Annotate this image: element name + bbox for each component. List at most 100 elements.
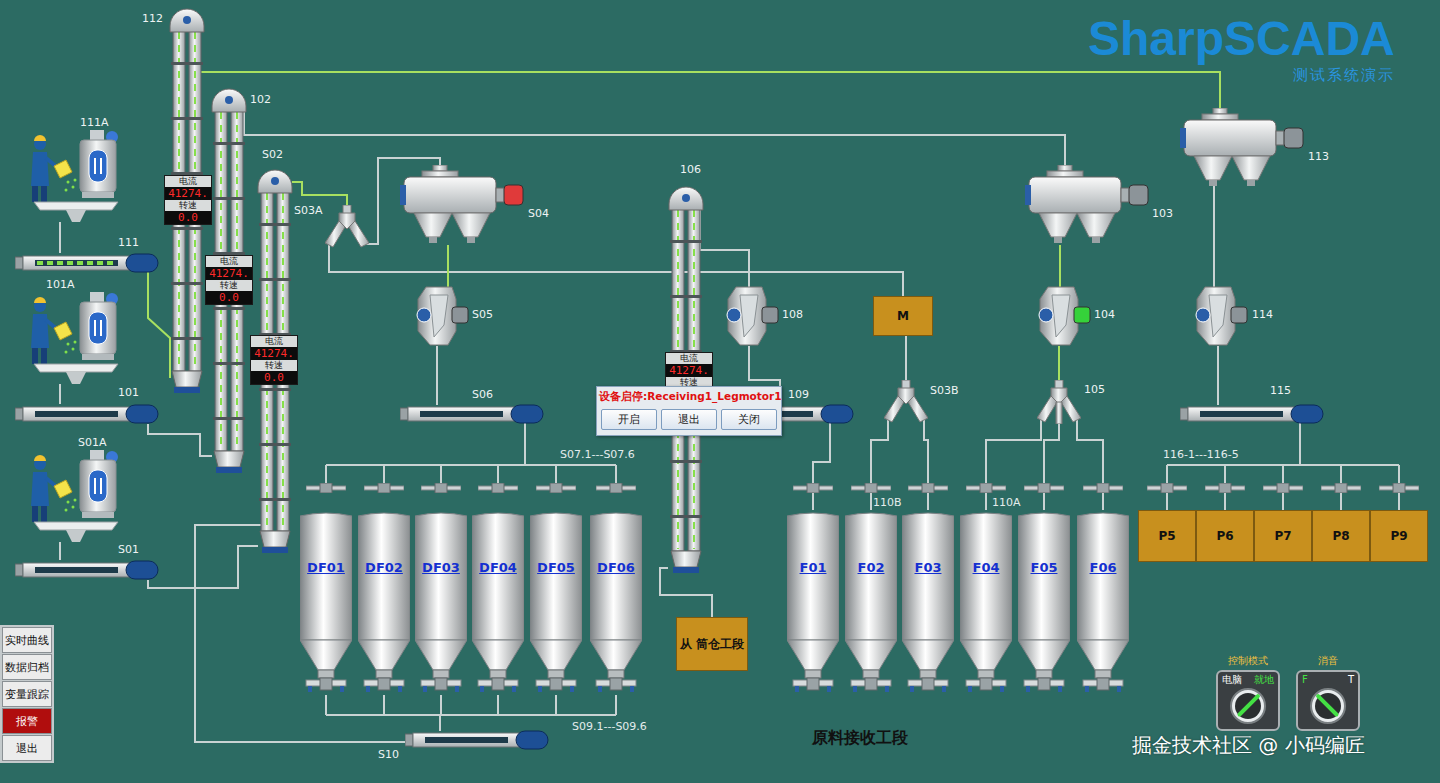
slide-gate-icon[interactable]	[1024, 483, 1064, 493]
silo-label[interactable]: F02	[845, 560, 897, 575]
silo[interactable]: DF06	[590, 510, 642, 695]
equipment-label: S05	[472, 308, 493, 321]
rotary-sifter[interactable]	[408, 285, 470, 347]
screw-conveyor[interactable]	[15, 404, 160, 424]
distributor[interactable]	[884, 380, 928, 424]
dialog-button[interactable]: 开启	[601, 409, 657, 430]
silo-label[interactable]: DF05	[530, 560, 582, 575]
silo-label[interactable]: F06	[1077, 560, 1129, 575]
mixer-hopper[interactable]	[28, 130, 120, 224]
slide-gate-icon[interactable]	[421, 483, 461, 493]
silo-label[interactable]: DF06	[590, 560, 642, 575]
silo[interactable]: DF04	[472, 510, 524, 695]
distributor[interactable]	[325, 205, 369, 249]
pipe	[447, 245, 449, 287]
silo-icon	[845, 510, 897, 695]
screw-conveyor[interactable]	[1180, 404, 1325, 424]
selector-switch[interactable]: 控制模式电脑就地	[1216, 654, 1280, 731]
pipe	[905, 336, 907, 381]
gauge-label: 电流	[251, 336, 297, 347]
product-bin[interactable]: P8	[1312, 510, 1370, 562]
silo[interactable]: F03	[902, 510, 954, 695]
slide-gate-icon[interactable]	[1263, 483, 1303, 493]
slide-gate-icon[interactable]	[306, 483, 346, 493]
switch-option: 就地	[1254, 674, 1274, 686]
switch-face[interactable]: 电脑就地	[1216, 670, 1280, 731]
silo[interactable]: DF01	[300, 510, 352, 695]
silo[interactable]: F06	[1077, 510, 1129, 695]
silo-label[interactable]: F04	[960, 560, 1012, 575]
pipe	[436, 346, 438, 405]
silo-icon	[960, 510, 1012, 695]
rotary-sifter[interactable]	[1187, 285, 1249, 347]
group-label: S09.1---S09.6	[572, 720, 647, 733]
slide-gate-icon[interactable]	[536, 483, 576, 493]
silo-label[interactable]: F01	[787, 560, 839, 575]
device-dialog[interactable]: 设备启停:Receiving1_Legmotor1 开启退出关闭	[596, 386, 782, 436]
silo[interactable]: F04	[960, 510, 1012, 695]
logo-subtitle: 测试系统演示	[1293, 66, 1395, 85]
switch-options: 电脑就地	[1222, 674, 1274, 686]
slide-gate-icon[interactable]	[364, 483, 404, 493]
equipment-box[interactable]: M	[873, 296, 933, 336]
distributor[interactable]	[1037, 380, 1081, 424]
screw-conveyor[interactable]	[405, 730, 550, 750]
silo-icon	[787, 510, 839, 695]
menu-button[interactable]: 退出	[2, 735, 52, 761]
screw-conveyor[interactable]	[15, 253, 160, 273]
silo[interactable]: F01	[787, 510, 839, 695]
menu-button[interactable]: 实时曲线	[2, 627, 52, 653]
slide-gate-icon[interactable]	[908, 483, 948, 493]
screw-conveyor[interactable]	[15, 560, 160, 580]
slide-gate-icon[interactable]	[1379, 483, 1419, 493]
slide-gate-icon[interactable]	[1147, 483, 1187, 493]
knob-icon[interactable]	[1308, 686, 1348, 726]
slide-gate-icon[interactable]	[793, 483, 833, 493]
slide-gate-icon[interactable]	[851, 483, 891, 493]
rotary-sifter[interactable]	[718, 285, 780, 347]
selector-switch[interactable]: 消音FT	[1296, 654, 1360, 731]
dialog-button[interactable]: 关闭	[721, 409, 777, 430]
dust-filter[interactable]	[1180, 108, 1305, 188]
slide-gate-icon[interactable]	[478, 483, 518, 493]
product-bin[interactable]: P9	[1370, 510, 1428, 562]
gauge-value: 0.0	[165, 211, 211, 224]
slide-gate-icon[interactable]	[1205, 483, 1245, 493]
silo[interactable]: DF02	[358, 510, 410, 695]
silo-label[interactable]: DF02	[358, 560, 410, 575]
silo-label[interactable]: DF04	[472, 560, 524, 575]
product-bin[interactable]: P7	[1254, 510, 1312, 562]
silo-label[interactable]: F03	[902, 560, 954, 575]
equipment-label: 105	[1084, 383, 1105, 396]
mixer-hopper[interactable]	[28, 292, 120, 386]
equipment-label: S03A	[294, 204, 323, 217]
menu-button[interactable]: 数据归档	[2, 654, 52, 680]
mixer-hopper[interactable]	[28, 450, 120, 544]
product-bin[interactable]: P6	[1196, 510, 1254, 562]
equipment-box[interactable]: 从 筒仓工段	[676, 617, 748, 671]
dialog-title: 设备启停:Receiving1_Legmotor1	[597, 387, 781, 406]
menu-button[interactable]: 变量跟踪	[2, 681, 52, 707]
slide-gate-icon[interactable]	[966, 483, 1006, 493]
product-bin[interactable]: P5	[1138, 510, 1196, 562]
switch-face[interactable]: FT	[1296, 670, 1360, 731]
slide-gate-icon[interactable]	[1321, 483, 1361, 493]
silo-label[interactable]: F05	[1018, 560, 1070, 575]
dust-filter[interactable]	[1025, 165, 1150, 245]
silo[interactable]: DF05	[530, 510, 582, 695]
equipment-label: 106	[680, 163, 701, 176]
slide-gate-icon[interactable]	[1083, 483, 1123, 493]
menu-button[interactable]: 报警	[2, 708, 52, 734]
dust-filter[interactable]	[400, 165, 525, 245]
dialog-button[interactable]: 退出	[661, 409, 717, 430]
slide-gate-icon[interactable]	[596, 483, 636, 493]
knob-icon[interactable]	[1228, 686, 1268, 726]
rotary-sifter[interactable]	[1030, 285, 1092, 347]
silo-label[interactable]: DF03	[415, 560, 467, 575]
silo[interactable]: DF03	[415, 510, 467, 695]
silo-label[interactable]: DF01	[300, 560, 352, 575]
screw-conveyor[interactable]	[400, 404, 545, 424]
silo-icon	[1077, 510, 1129, 695]
silo[interactable]: F05	[1018, 510, 1070, 695]
silo[interactable]: F02	[845, 510, 897, 695]
